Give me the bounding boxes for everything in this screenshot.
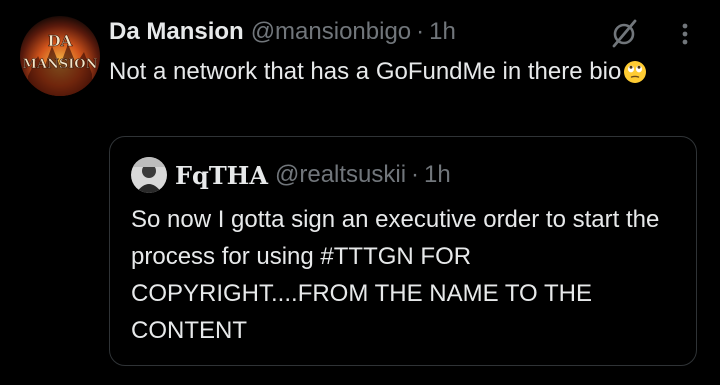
face-with-rolling-eyes-icon — [623, 60, 647, 94]
quoted-tweet-text: So now I gotta sign an executive order t… — [131, 206, 660, 344]
more-icon[interactable] — [670, 18, 700, 50]
separator-dot: · — [416, 18, 425, 45]
tweet-timestamp[interactable]: 1h — [429, 18, 456, 46]
quoted-tweet[interactable]: FqTHA @realtsuskii · 1h So now I gotta s… — [109, 136, 697, 366]
avatar[interactable]: DA MANSION — [20, 16, 100, 96]
tweet-header: Da Mansion @mansionbigo · 1h — [109, 14, 456, 50]
author-name[interactable]: Da Mansion — [109, 18, 244, 46]
quoted-timestamp[interactable]: 1h — [424, 161, 451, 189]
tweet-text-content: Not a network that has a GoFundMe in the… — [109, 58, 622, 85]
quoted-author-handle[interactable]: @realtsuskii — [275, 161, 406, 189]
author-handle[interactable]: @mansionbigo — [251, 18, 411, 46]
quoted-tweet-header: FqTHA @realtsuskii · 1h — [131, 157, 451, 193]
quoted-avatar[interactable] — [131, 157, 167, 193]
tweet-text: Not a network that has a GoFundMe in the… — [109, 55, 699, 94]
avatar-logo-da: DA — [48, 32, 73, 50]
grok-icon[interactable] — [606, 16, 642, 52]
avatar-logo-mansion: MANSION — [22, 57, 97, 72]
quoted-author-name[interactable]: FqTHA — [175, 161, 268, 190]
quoted-separator-dot: · — [411, 161, 420, 188]
